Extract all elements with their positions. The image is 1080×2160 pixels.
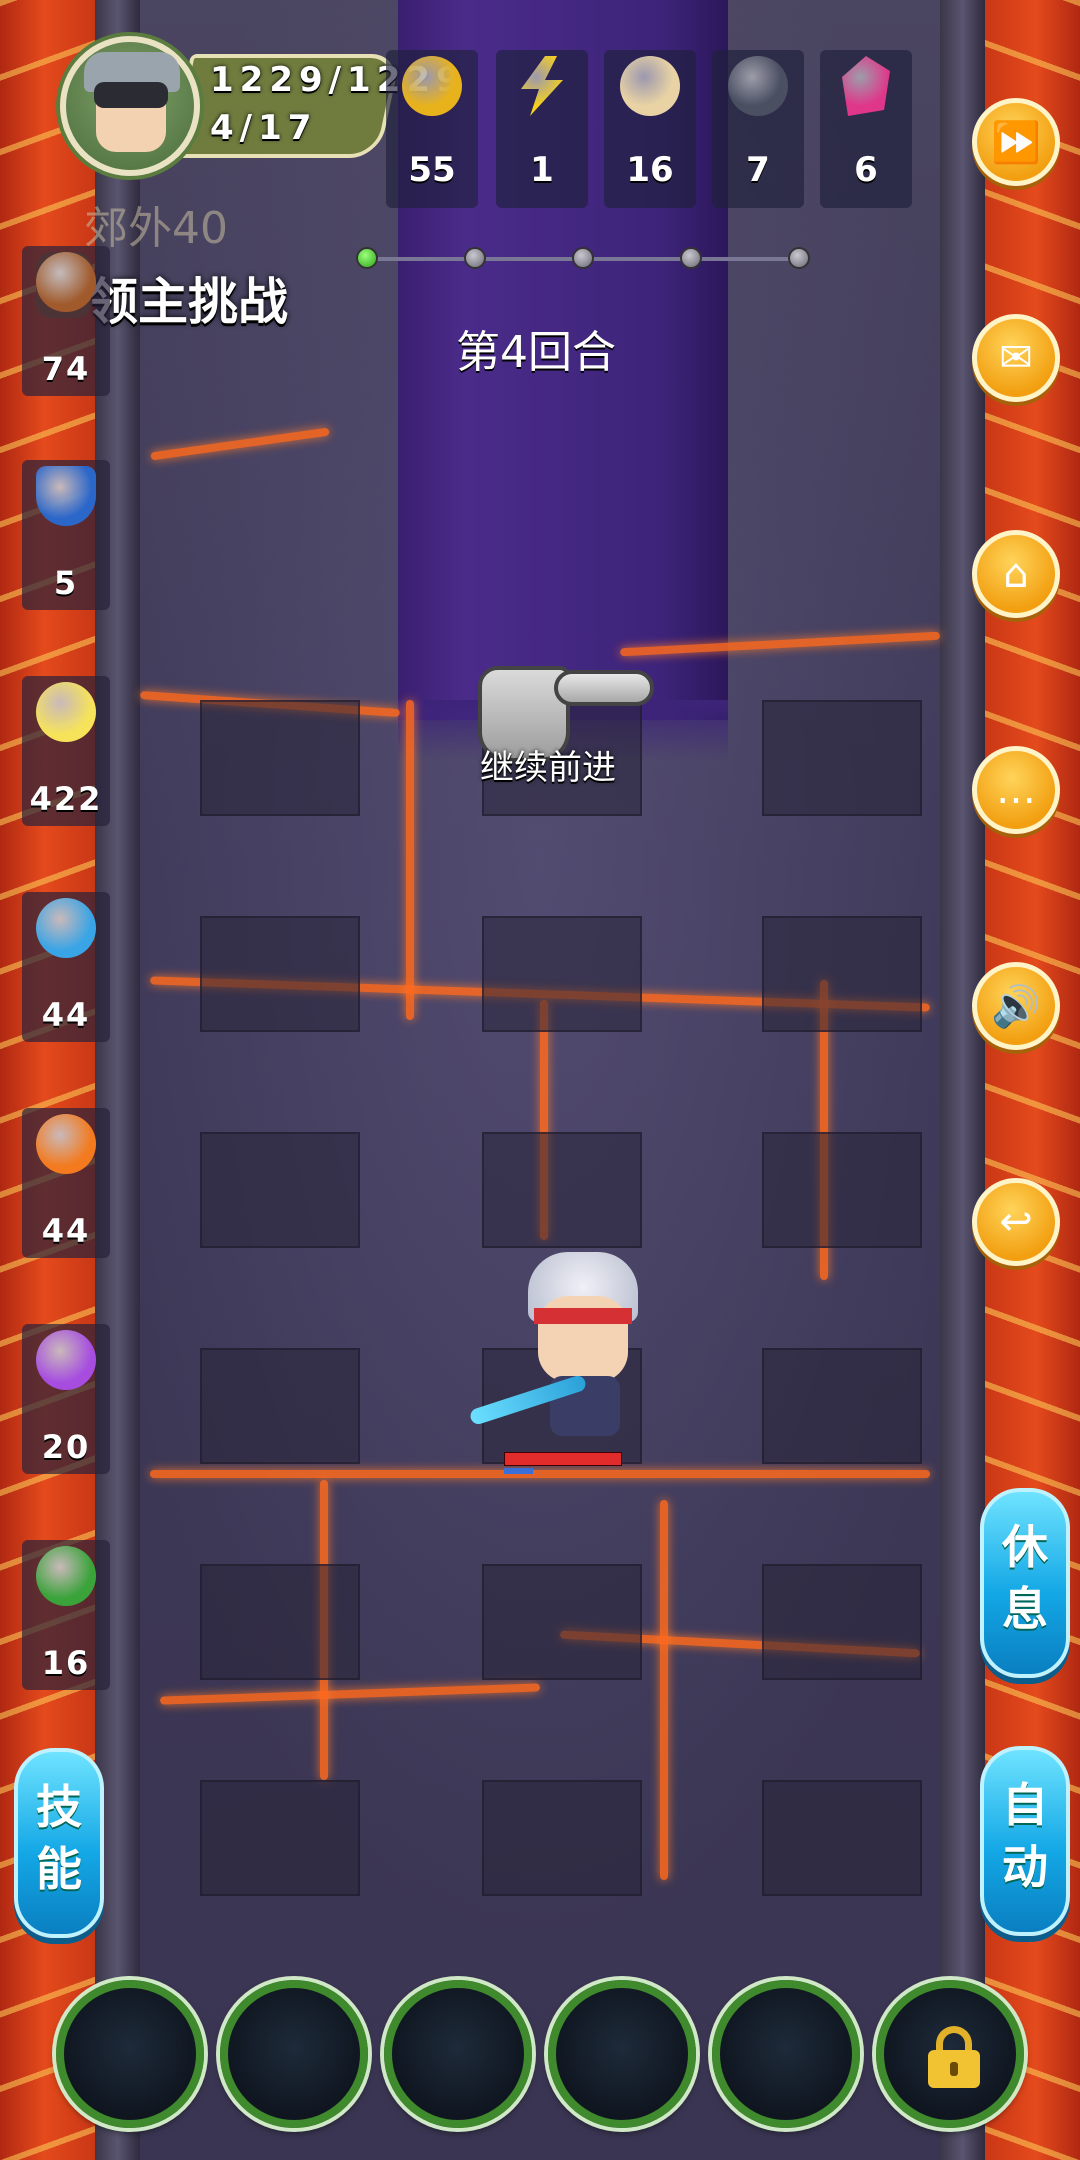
resource-bun: 16	[604, 50, 696, 208]
hero-mp-bar	[504, 1468, 533, 1474]
stat-poison: 16	[22, 1540, 110, 1690]
grid-tile[interactable]	[200, 1132, 360, 1248]
stat-value: 44	[41, 996, 91, 1034]
resource-coin: 55	[386, 50, 478, 208]
resource-value: 7	[746, 150, 770, 190]
stat-light-sword: 422	[22, 676, 110, 826]
grid-tile[interactable]	[482, 1564, 642, 1680]
floor-crack	[159, 1683, 541, 1705]
resource-value: 55	[408, 150, 456, 190]
grid-tile[interactable]	[762, 916, 922, 1032]
grid-tile[interactable]	[482, 1780, 642, 1896]
progress-dot	[572, 247, 594, 269]
stat-value: 44	[41, 1212, 91, 1250]
sound-button[interactable]: 🔊	[972, 962, 1060, 1050]
progress-dot	[680, 247, 702, 269]
stat-value: 16	[41, 1644, 91, 1682]
locked-skill-slot[interactable]	[876, 1980, 1024, 2128]
grid-tile[interactable]	[200, 1348, 360, 1464]
resource-crystal: 6	[820, 50, 912, 208]
floor-crack	[660, 1500, 668, 1880]
resource-ore: 7	[712, 50, 804, 208]
resource-value: 6	[854, 150, 878, 190]
shield-icon	[36, 466, 96, 526]
round-label: 第4回合	[456, 327, 616, 378]
skill-slot[interactable]	[220, 1980, 368, 2128]
resource-value: 16	[626, 150, 674, 190]
mail-icon: ✉	[999, 335, 1033, 381]
grid-tile[interactable]	[200, 1564, 360, 1680]
ore-icon	[728, 56, 788, 116]
grid-tile[interactable]	[762, 700, 922, 816]
game-screen: 1229/1229 4/17 55 1 16 7 6 郊外40 领主挑战 第4回合 继续…	[0, 0, 1080, 2160]
back-button[interactable]: ↩	[972, 1178, 1060, 1266]
attack-fist-icon	[36, 252, 96, 312]
home-button[interactable]: ⌂	[972, 530, 1060, 618]
chat-button[interactable]: …	[972, 746, 1060, 834]
fast-forward-icon: ⏩	[991, 119, 1041, 166]
progress-dot	[788, 247, 810, 269]
grid-tile[interactable]	[482, 916, 642, 1032]
coin-icon	[402, 56, 462, 116]
grid-tile[interactable]	[762, 1780, 922, 1896]
grid-tile[interactable]	[762, 1132, 922, 1248]
progress-dot	[356, 247, 378, 269]
light-sword-icon	[36, 682, 96, 742]
crystal-icon	[842, 56, 890, 116]
stat-lightning-purple: 20	[22, 1324, 110, 1474]
resource-value: 1	[530, 150, 554, 190]
boss-challenge-title: 领主挑战	[88, 273, 288, 331]
floor-crack	[406, 700, 414, 1020]
water-wave-icon	[36, 898, 96, 958]
hero-headband	[534, 1308, 632, 1324]
floor-crack	[150, 427, 330, 461]
rest-button[interactable]: 休 息	[980, 1488, 1070, 1678]
stat-value: 5	[53, 564, 79, 602]
mail-button[interactable]: ✉	[972, 314, 1060, 402]
grid-tile[interactable]	[762, 1348, 922, 1464]
stat-shield: 5	[22, 460, 110, 610]
hero-character[interactable]	[468, 1252, 668, 1462]
progress-dot	[464, 247, 486, 269]
skill-slot[interactable]	[56, 1980, 204, 2128]
skill-button[interactable]: 技 能	[14, 1748, 104, 1938]
lock-icon	[928, 2026, 980, 2088]
grid-tile[interactable]	[200, 916, 360, 1032]
poison-icon	[36, 1546, 96, 1606]
stat-water-wave: 44	[22, 892, 110, 1042]
sound-icon: 🔊	[991, 983, 1041, 1030]
avatar-hair	[94, 82, 168, 108]
bun-icon	[620, 56, 680, 116]
auto-button[interactable]: 自 动	[980, 1746, 1070, 1936]
hero-hp-bar	[504, 1452, 622, 1466]
hand-finger	[554, 670, 654, 706]
lightning-icon	[521, 56, 563, 116]
back-icon: ↩	[999, 1199, 1033, 1245]
stat-fire: 44	[22, 1108, 110, 1258]
skill-slot[interactable]	[548, 1980, 696, 2128]
stat-value: 74	[41, 350, 91, 388]
grid-tile[interactable]	[200, 700, 360, 816]
stat-value: 422	[29, 780, 103, 818]
home-icon: ⌂	[1003, 551, 1029, 597]
stat-attack-fist: 74	[22, 246, 110, 396]
fire-icon	[36, 1114, 96, 1174]
wall-right	[940, 0, 985, 2160]
continue-label[interactable]: 继续前进	[480, 740, 616, 789]
floor-crack	[150, 1470, 930, 1478]
grid-tile[interactable]	[762, 1564, 922, 1680]
grid-tile[interactable]	[200, 1780, 360, 1896]
chat-icon: …	[996, 767, 1036, 813]
fast-forward-button[interactable]: ⏩	[972, 98, 1060, 186]
player-avatar[interactable]	[60, 36, 200, 176]
stage-progress: 4/17	[210, 108, 318, 148]
lightning-purple-icon	[36, 1330, 96, 1390]
skill-slot[interactable]	[712, 1980, 860, 2128]
resource-lightning: 1	[496, 50, 588, 208]
skill-slot[interactable]	[384, 1980, 532, 2128]
stat-value: 20	[41, 1428, 91, 1466]
grid-tile[interactable]	[482, 1132, 642, 1248]
